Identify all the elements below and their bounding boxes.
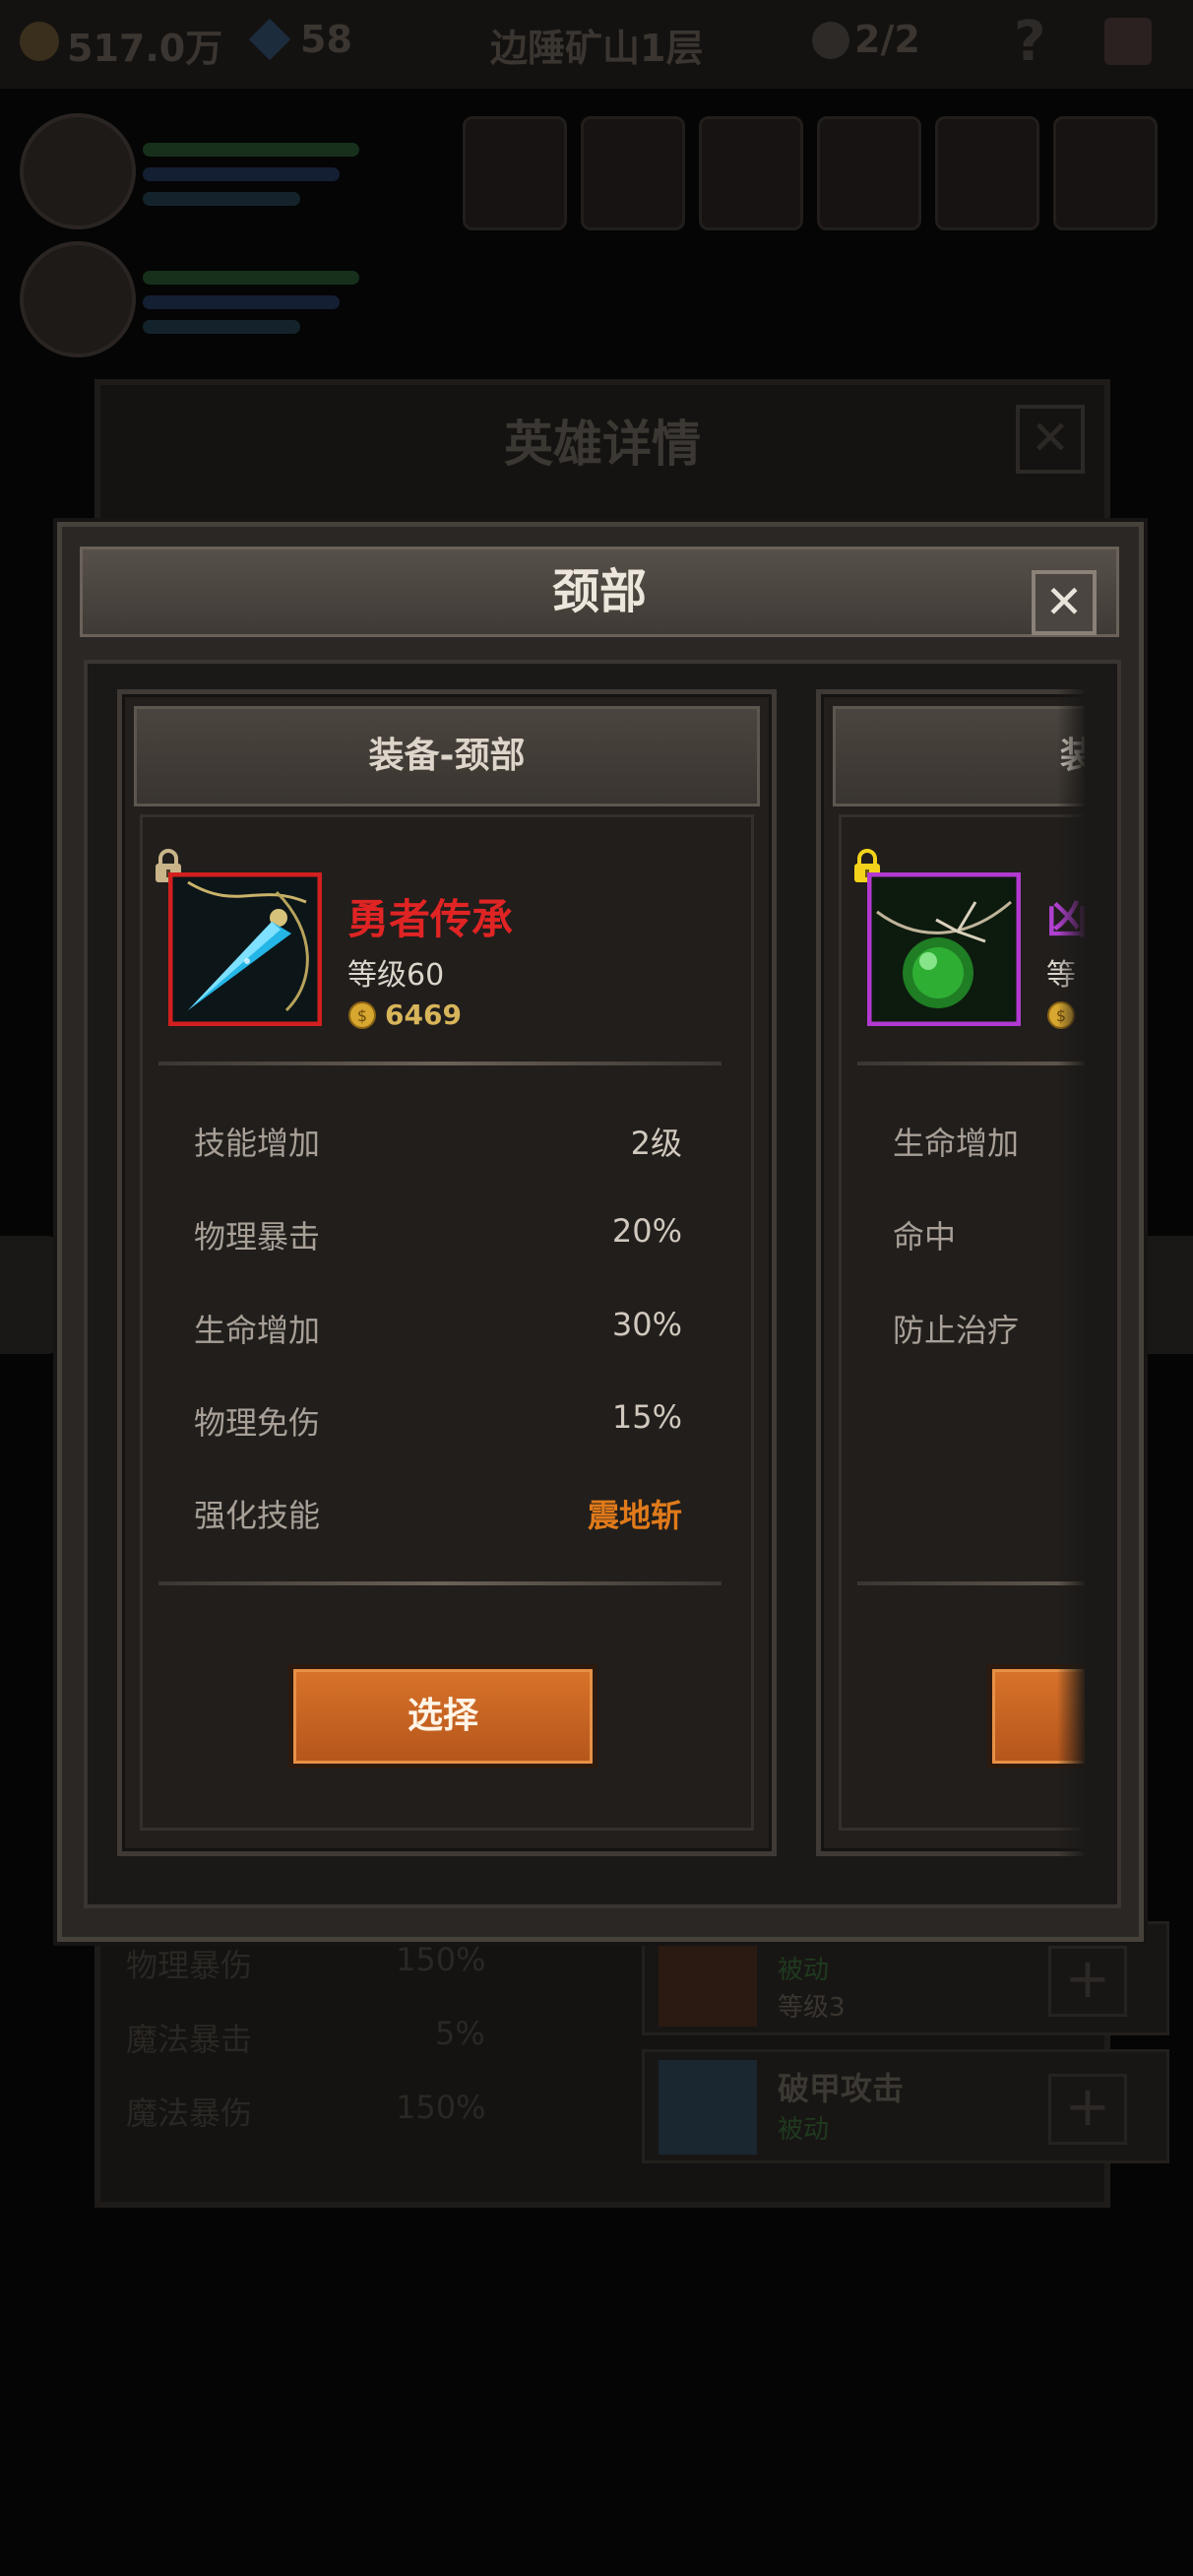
divider: [857, 1062, 1085, 1065]
equipment-card: 装: [816, 689, 1085, 1856]
skill-name: 破甲攻击: [778, 2070, 905, 2107]
shield-icon: [659, 2060, 757, 2155]
hero-detail-close-button[interactable]: ✕: [1016, 405, 1085, 474]
gold-amount: 517.0万: [67, 27, 223, 70]
stat-label: 物理暴击: [194, 1218, 321, 1256]
stat-label: 生命增加: [194, 1312, 321, 1349]
equip-slot[interactable]: [1053, 116, 1158, 230]
stat-value: 30%: [611, 1306, 682, 1343]
gem-icon: [248, 18, 291, 61]
hp-bar: [143, 271, 359, 285]
skill-level: 等级3: [778, 1993, 846, 2023]
stat-value: 15%: [611, 1398, 682, 1436]
stat-label: 命中: [893, 1218, 957, 1256]
divider: [857, 1581, 1085, 1585]
stat-value: 5%: [435, 2015, 485, 2052]
modal-title: 颈部: [551, 564, 647, 619]
blue-crystal-pendant-icon[interactable]: [168, 872, 322, 1026]
skull-icon: [812, 22, 849, 59]
hero-portrait: [20, 241, 136, 357]
equip-slot[interactable]: [817, 116, 921, 230]
resource-bar: 517.0万 58 边陲矿山1层 2/2 ?: [0, 0, 1193, 89]
skill-type: 被动: [778, 2115, 830, 2145]
skill-add-button[interactable]: +: [1048, 2074, 1127, 2145]
stat-value: 2级: [630, 1125, 682, 1162]
stat-label: 生命增加: [893, 1125, 1020, 1162]
modal-header: 颈部: [80, 547, 1119, 637]
gold-coin-icon: $: [348, 1001, 376, 1029]
divider: [158, 1581, 722, 1585]
hero-portrait: [20, 113, 136, 229]
stat-label: 技能增加: [194, 1125, 321, 1162]
stat-label: 物理免伤: [194, 1404, 321, 1442]
carousel-edge: [1057, 664, 1087, 1904]
hero-detail-title: 英雄详情: [504, 416, 701, 473]
select-button-label: 选择: [407, 1696, 478, 1736]
green-orb-pendant-icon[interactable]: [867, 872, 1021, 1026]
mp-bar: [143, 167, 340, 181]
skill-icon: [659, 1932, 757, 2027]
item-name: 勇者传承: [347, 895, 514, 943]
equip-slot[interactable]: [699, 116, 803, 230]
skill-type: 被动: [778, 1956, 830, 1985]
mp-bar: [143, 295, 340, 309]
gem-amount: 58: [300, 18, 352, 61]
equipment-card: 装备-颈部 勇者传承 等级60 $ 6469 技能增加 2级 物理暴击 20% …: [117, 689, 777, 1856]
hero-row-2[interactable]: [20, 241, 1181, 359]
divider: [158, 1062, 722, 1065]
kill-counter: 2/2: [854, 18, 920, 61]
card-header-title: 装备-颈部: [368, 736, 526, 776]
skill-row[interactable]: 破甲攻击 被动 +: [642, 2049, 1169, 2163]
stat-label: 魔法暴击: [126, 2021, 253, 2058]
item-price: 6469: [385, 998, 462, 1031]
screen: 517.0万 58 边陲矿山1层 2/2 ? 英雄详情 ✕ 物理暴伤 150% …: [0, 0, 1193, 2576]
stat-label: 防止治疗: [893, 1312, 1020, 1349]
xp-bar: [143, 192, 300, 206]
svg-text:$: $: [357, 1006, 367, 1025]
enhanced-skill-value: 震地斩: [587, 1497, 682, 1534]
equip-slot[interactable]: [581, 116, 685, 230]
card-body: 勇者传承 等级60 $ 6469 技能增加 2级 物理暴击 20% 生命增加 3…: [140, 814, 754, 1831]
flag-icon[interactable]: [1104, 18, 1152, 65]
select-button[interactable]: 选择: [288, 1664, 597, 1769]
close-button[interactable]: ✕: [1032, 570, 1097, 635]
prev-arrow[interactable]: [0, 1236, 59, 1354]
stat-value: 150%: [396, 1941, 486, 1978]
stat-value: 20%: [611, 1212, 682, 1250]
equipment-carousel[interactable]: 装备-颈部 勇者传承 等级60 $ 6469 技能增加 2级 物理暴击 20% …: [84, 660, 1121, 1908]
stat-label: 物理暴伤: [126, 1947, 253, 1984]
xp-bar: [143, 320, 300, 334]
card-header-title: 装: [836, 709, 1085, 804]
carousel-viewport: 装备-颈部 勇者传承 等级60 $ 6469 技能增加 2级 物理暴击 20% …: [88, 664, 1085, 1904]
card-header: 装备-颈部: [134, 706, 760, 806]
skill-add-button[interactable]: +: [1048, 1946, 1127, 2017]
help-button[interactable]: ?: [1014, 10, 1045, 74]
stat-label: 魔法暴伤: [126, 2094, 253, 2132]
location-name: 边陲矿山1层: [490, 27, 704, 70]
item-level: 等级60: [347, 958, 445, 993]
hp-bar: [143, 143, 359, 157]
equip-slot[interactable]: [935, 116, 1039, 230]
gold-coin-icon: [20, 22, 59, 61]
equip-slot[interactable]: [463, 116, 567, 230]
card-header: 装: [833, 706, 1085, 806]
stat-label: 强化技能: [194, 1497, 321, 1534]
stat-value: 150%: [396, 2089, 486, 2126]
card-body: 凶 等 $ 生命增加 命中 防止治疗: [839, 814, 1085, 1831]
neck-equipment-modal: 颈部 ✕ 装备-颈部 勇者传承 等级60 $ 6469 技能增加 2级 物理暴击…: [57, 522, 1144, 1942]
